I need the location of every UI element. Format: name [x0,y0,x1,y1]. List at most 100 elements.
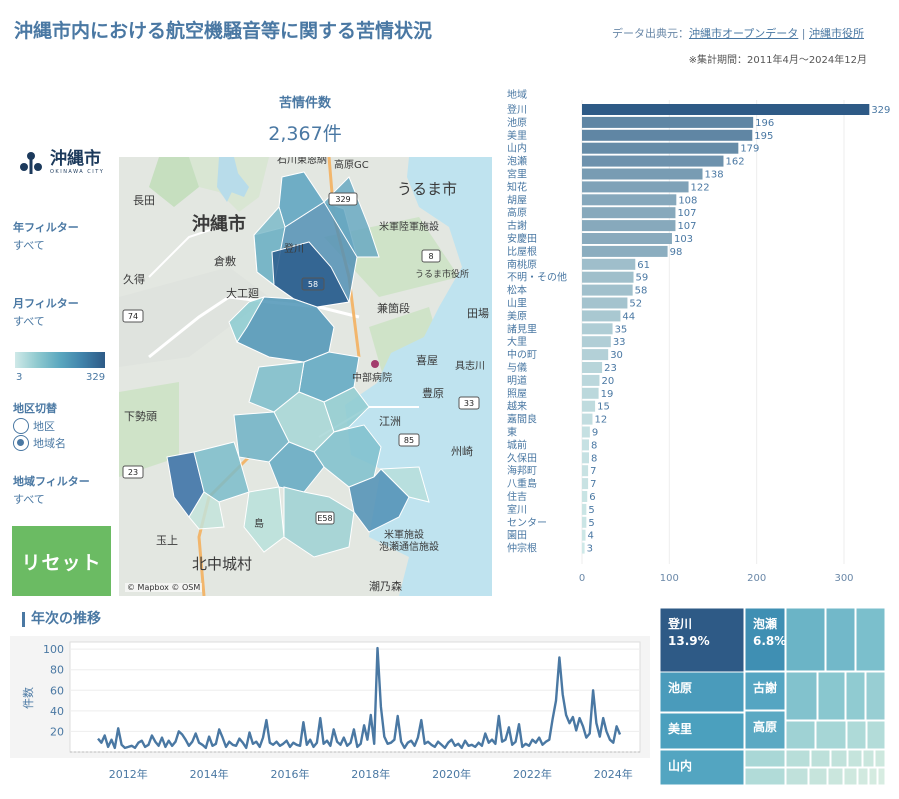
line-x-tick: 2022年 [513,767,552,781]
bar-category-label: 高原 [507,206,527,219]
bar-value-label: 122 [691,182,710,193]
treemap-label: 池原 [668,680,692,695]
map-label: 田場 [467,307,489,320]
choropleth-map[interactable]: 沖縄市 うるま市 北中城村 長田 倉敷 久得 大工廻 兼箇段 田場 喜屋 豊原 … [119,157,492,596]
treemap-cell [845,671,866,721]
map-attribution[interactable]: © Mapbox © OSM [125,583,203,592]
treemap-cell [810,749,831,768]
road-number: 23 [128,468,138,477]
bar-value-label: 3 [587,544,593,555]
bar-value-label: 195 [754,131,773,142]
bar [582,491,588,502]
bar-value-label: 179 [740,144,759,155]
bar-category-label: 園田 [507,530,527,542]
bar [582,104,870,115]
map-label: 沖縄市 [192,213,246,235]
bar-category-label: 胡屋 [507,193,527,206]
source-link-cityhall[interactable]: 沖縄市役所 [809,27,864,40]
bar-category-label: 不明・その他 [507,271,567,284]
bar-value-label: 35 [615,324,628,335]
road-number: 85 [404,436,414,445]
treemap-cell [744,767,786,786]
line-x-tick: 2024年 [594,767,633,781]
line-y-tick: 20 [50,725,64,738]
bar [582,116,754,128]
bar-category-label: 仲宗根 [507,542,537,555]
bar-value-label: 5 [588,518,594,529]
bar [582,529,586,541]
map-label: 中部病院 [352,371,392,384]
bar-category-label: 宮里 [507,168,527,181]
legend-max-value: 329 [86,372,106,383]
bar [582,194,677,206]
bar-category-label: 泡瀬 [507,155,527,168]
bar-category-label: 東 [507,426,517,439]
bar-value-label: 15 [597,402,610,413]
bar-value-label: 103 [674,234,693,245]
bar-value-label: 7 [590,479,596,490]
bar-value-label: 98 [670,247,683,258]
map-label: うるま市役所 [415,268,469,280]
bar [582,439,589,451]
bar-value-label: 59 [636,273,649,284]
line-x-tick: 2014年 [190,767,229,781]
bar [582,336,611,348]
source-prefix: データ出典元： [611,27,689,40]
logo-text-jp: 沖縄市 [50,149,101,169]
map-label: 州崎 [451,444,473,458]
line-y-tick: 60 [50,684,64,697]
color-legend-ramp [15,352,105,368]
bar-category-label: 池原 [507,116,527,129]
bar-value-label: 44 [622,311,635,322]
bar-category-label: 南桃原 [507,258,537,271]
bar [582,426,590,438]
reset-button[interactable]: リセット [12,526,111,596]
bar-category-label: 山内 [507,142,527,155]
bar [582,387,599,399]
bar [582,284,633,296]
map-label: 長田 [133,194,155,207]
city-emblem-icon [20,152,42,174]
bar-value-label: 6 [589,492,595,503]
bar-category-label: 安慶田 [507,232,537,245]
radio-label: 地域名 [33,437,66,450]
bar-category-label: 八重島 [507,477,537,490]
bar-value-label: 20 [601,376,614,387]
district-radio-area-name[interactable]: 地域名 [13,435,66,451]
bar-category-label: 大里 [507,335,527,348]
bar-category-label: 諸見里 [507,322,537,335]
district-radio-district[interactable]: 地区 [13,418,55,434]
line-x-tick: 2018年 [351,767,390,781]
line-y-tick: 40 [50,705,64,718]
treemap-cell [868,767,878,786]
bar [582,310,621,322]
month-filter-dropdown[interactable]: すべて [13,313,45,329]
map-label: 米軍陸軍施設 [379,220,439,233]
bar-category-label: 室川 [507,503,527,516]
bar-category-label: 海邦町 [507,464,537,477]
road-number: 33 [464,399,474,408]
yearly-trend-chart[interactable]: 20 40 60 80 100 件数 2012年 2014年 2016年 2018年 2020年 20… [10,636,650,786]
line-x-tick: 2016年 [270,767,309,781]
treemap-cell [817,671,846,721]
area-treemap[interactable]: 登川 13.9% 泡瀬 6.8% 池原 古謝 美里 高原 山内 [659,607,886,786]
map-label: 米軍施設 [384,528,424,541]
road-number: 74 [128,312,138,321]
bar [582,413,593,425]
map-label: 泡瀬通信施設 [379,540,439,553]
treemap-cell [785,671,818,721]
source-link-opendata[interactable]: 沖縄市オープンデータ [689,27,798,40]
bar-value-label: 8 [591,440,597,451]
area-bar-chart[interactable]: 0 100 200 300 地域 登川 329 池原 196 美里 195 山内 179 泡瀬 162 宮里 1… [505,86,890,586]
year-filter-dropdown[interactable]: すべて [13,237,45,253]
area-filter-dropdown[interactable]: すべて [13,491,45,507]
treemap-cell [815,720,847,750]
treemap-label: 高原 [753,719,777,734]
bar-category-label: 照屋 [507,388,527,400]
bar-value-label: 162 [725,157,744,168]
bar [582,516,587,528]
radio-off-icon [13,418,29,434]
bar [582,362,603,373]
treemap-cell [785,767,809,786]
map-label: 下勢頭 [124,409,157,423]
